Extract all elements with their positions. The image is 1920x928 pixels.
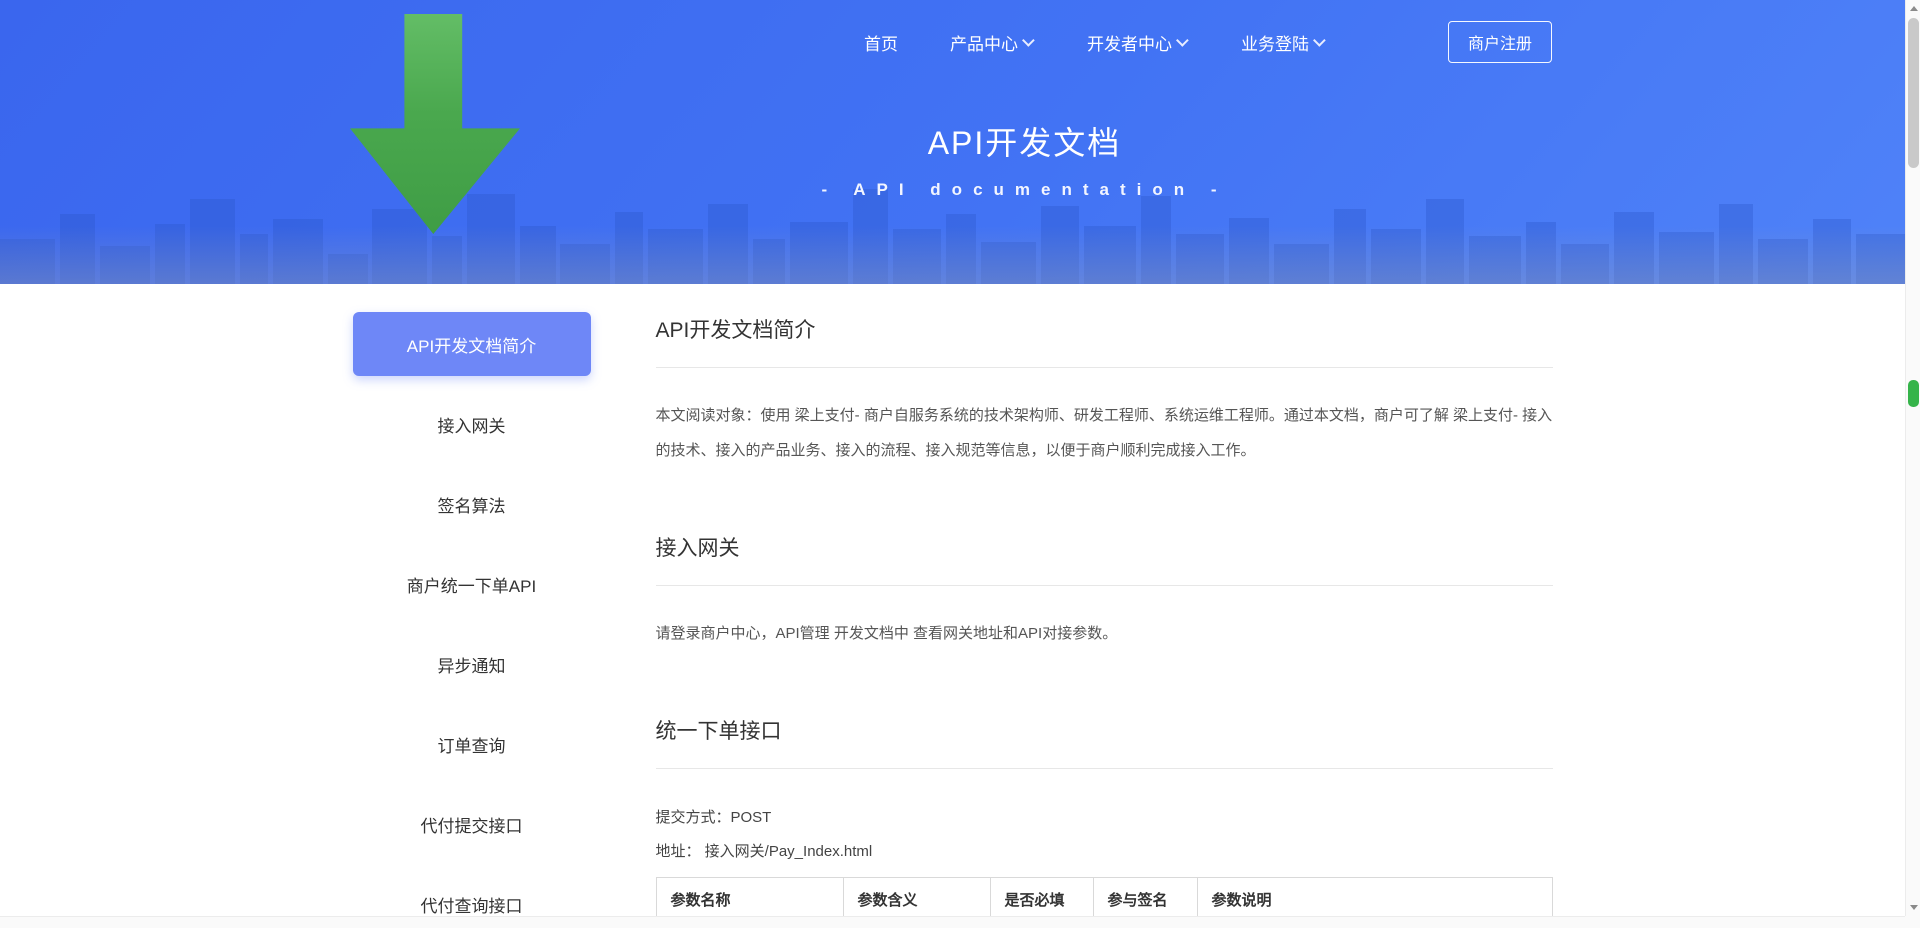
params-table-header: 参数说明 bbox=[1197, 878, 1552, 922]
nav-item-business-login[interactable]: 业务登陆 bbox=[1241, 30, 1326, 55]
scroll-up-arrow[interactable] bbox=[1906, 1, 1920, 16]
section-heading-intro: API开发文档简介 bbox=[656, 314, 1553, 344]
section-divider bbox=[656, 768, 1553, 769]
triangle-up-icon bbox=[1910, 6, 1918, 11]
section-divider bbox=[656, 367, 1553, 368]
sidebar-item-gateway[interactable]: 接入网关 bbox=[353, 392, 591, 456]
nav-item-label: 业务登陆 bbox=[1241, 30, 1309, 55]
nav-item-label: 产品中心 bbox=[950, 30, 1018, 55]
chevron-down-icon bbox=[1022, 34, 1035, 47]
page: 首页 产品中心 开发者中心 业务登陆 商户注册 API开发文档 - A bbox=[0, 0, 1905, 928]
hero-bottom-haze bbox=[0, 226, 1905, 284]
vertical-scrollbar[interactable] bbox=[1905, 0, 1920, 916]
nav-item-developer-center[interactable]: 开发者中心 bbox=[1087, 30, 1189, 55]
page-subtitle: - API documentation - bbox=[72, 180, 1905, 200]
nav-item-home[interactable]: 首页 bbox=[864, 30, 898, 55]
params-table-header: 是否必填 bbox=[990, 878, 1093, 922]
section-heading-gateway: 接入网关 bbox=[656, 532, 1553, 562]
params-table-header-row: 参数名称 参数含义 是否必填 参与签名 参数说明 bbox=[656, 878, 1552, 922]
doc-body: API开发文档简介 本文阅读对象：使用 梁上支付- 商户自服务系统的技术架构师、… bbox=[656, 312, 1553, 928]
sidebar-item-payout-submit[interactable]: 代付提交接口 bbox=[353, 792, 591, 856]
sidebar-item-unified-order-api[interactable]: 商户统一下单API bbox=[353, 552, 591, 616]
request-method-line: 提交方式：POST bbox=[656, 807, 1553, 829]
merchant-register-button[interactable]: 商户注册 bbox=[1448, 21, 1552, 63]
page-title: API开发文档 bbox=[72, 118, 1905, 164]
params-table-header: 参数名称 bbox=[656, 878, 843, 922]
main-content: API开发文档简介 接入网关 签名算法 商户统一下单API 异步通知 订单查询 … bbox=[353, 284, 1553, 928]
page-root: 首页 产品中心 开发者中心 业务登陆 商户注册 API开发文档 - A bbox=[0, 0, 1920, 928]
triangle-down-icon bbox=[1910, 905, 1918, 910]
section-paragraph: 本文阅读对象：使用 梁上支付- 商户自服务系统的技术架构师、研发工程师、系统运维… bbox=[656, 398, 1553, 468]
hero-text-block: API开发文档 - API documentation - bbox=[72, 118, 1905, 200]
sidebar-item-order-query[interactable]: 订单查询 bbox=[353, 712, 591, 776]
top-nav: 首页 产品中心 开发者中心 业务登陆 商户注册 bbox=[352, 0, 1552, 84]
scroll-position-marker bbox=[1908, 380, 1919, 407]
section-divider bbox=[656, 585, 1553, 586]
scrollbar-corner bbox=[1905, 916, 1920, 928]
chevron-down-icon bbox=[1176, 34, 1189, 47]
vertical-scrollbar-thumb[interactable] bbox=[1908, 18, 1919, 168]
doc-sidebar: API开发文档简介 接入网关 签名算法 商户统一下单API 异步通知 订单查询 … bbox=[353, 312, 591, 928]
nav-item-label: 首页 bbox=[864, 30, 898, 55]
horizontal-scrollbar[interactable] bbox=[0, 916, 1905, 928]
hero-banner: 首页 产品中心 开发者中心 业务登陆 商户注册 API开发文档 - A bbox=[0, 0, 1905, 284]
params-table-header: 参数含义 bbox=[843, 878, 990, 922]
params-table-header: 参与签名 bbox=[1093, 878, 1197, 922]
nav-item-label: 开发者中心 bbox=[1087, 30, 1172, 55]
nav-item-product-center[interactable]: 产品中心 bbox=[950, 30, 1035, 55]
sidebar-item-async-notify[interactable]: 异步通知 bbox=[353, 632, 591, 696]
chevron-down-icon bbox=[1313, 34, 1326, 47]
sidebar-item-api-doc-intro[interactable]: API开发文档简介 bbox=[353, 312, 591, 376]
section-heading-unified-order: 统一下单接口 bbox=[656, 715, 1553, 745]
sidebar-item-signature[interactable]: 签名算法 bbox=[353, 472, 591, 536]
section-paragraph: 请登录商户中心，API管理 开发文档中 查看网关地址和API对接参数。 bbox=[656, 616, 1553, 651]
scroll-down-arrow[interactable] bbox=[1906, 900, 1920, 915]
request-address-line: 地址： 接入网关/Pay_Index.html bbox=[656, 841, 1553, 863]
